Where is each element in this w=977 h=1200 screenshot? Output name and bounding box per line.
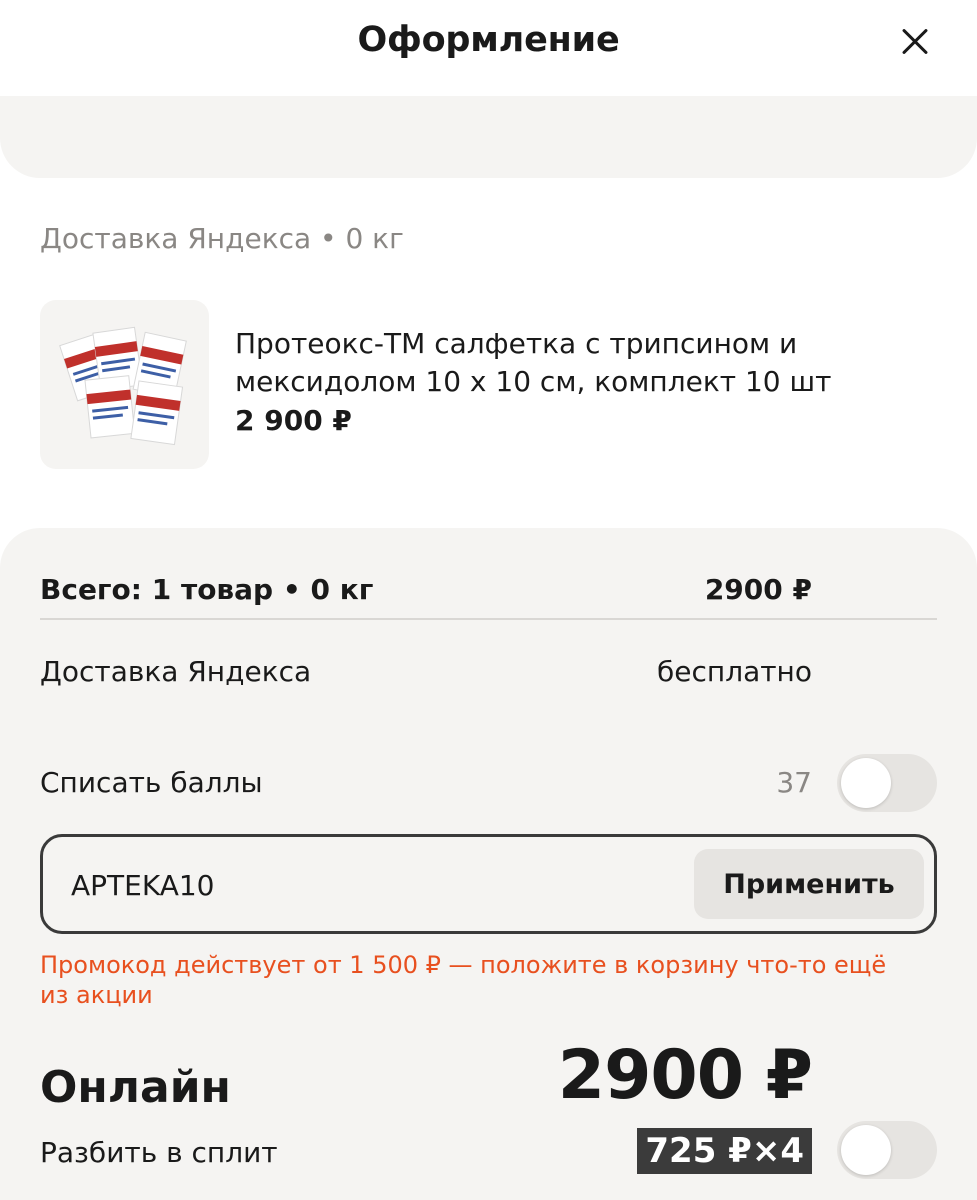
toggle-knob xyxy=(841,1125,891,1175)
promo-code-input[interactable] xyxy=(71,865,671,905)
product-price: 2 900 ₽ xyxy=(235,404,352,437)
product-title[interactable]: Протеокс-ТМ салфетка с трипсином и мекси… xyxy=(235,325,855,401)
delivery-label: Доставка Яндекса xyxy=(40,655,312,688)
points-count: 37 xyxy=(776,766,812,799)
page-title: Оформление xyxy=(357,20,620,60)
shipment-label: Доставка Яндекса • 0 кг xyxy=(40,222,404,255)
header: Оформление xyxy=(0,0,977,96)
promo-field: Применить xyxy=(40,834,937,934)
points-toggle[interactable] xyxy=(837,754,937,812)
toggle-knob xyxy=(841,758,891,808)
product-image[interactable] xyxy=(40,300,209,469)
split-toggle[interactable] xyxy=(837,1121,937,1179)
divider xyxy=(40,618,937,620)
split-badge: 725 ₽×4 xyxy=(637,1128,812,1174)
promo-error-message: Промокод действует от 1 500 ₽ — положите… xyxy=(40,951,887,1009)
product-packages-icon xyxy=(59,326,187,446)
split-label: Разбить в сплит xyxy=(40,1136,278,1169)
payment-amount: 2900 ₽ xyxy=(557,1036,813,1115)
apply-promo-button[interactable]: Применить xyxy=(694,849,924,919)
close-icon[interactable] xyxy=(896,22,934,60)
payment-method-label: Онлайн xyxy=(40,1062,231,1113)
total-label: Всего: 1 товар • 0 кг xyxy=(40,573,374,606)
total-value: 2900 ₽ xyxy=(704,573,812,606)
delivery-price: бесплатно xyxy=(657,655,812,688)
points-label: Списать баллы xyxy=(40,766,263,799)
address-card xyxy=(0,96,977,178)
